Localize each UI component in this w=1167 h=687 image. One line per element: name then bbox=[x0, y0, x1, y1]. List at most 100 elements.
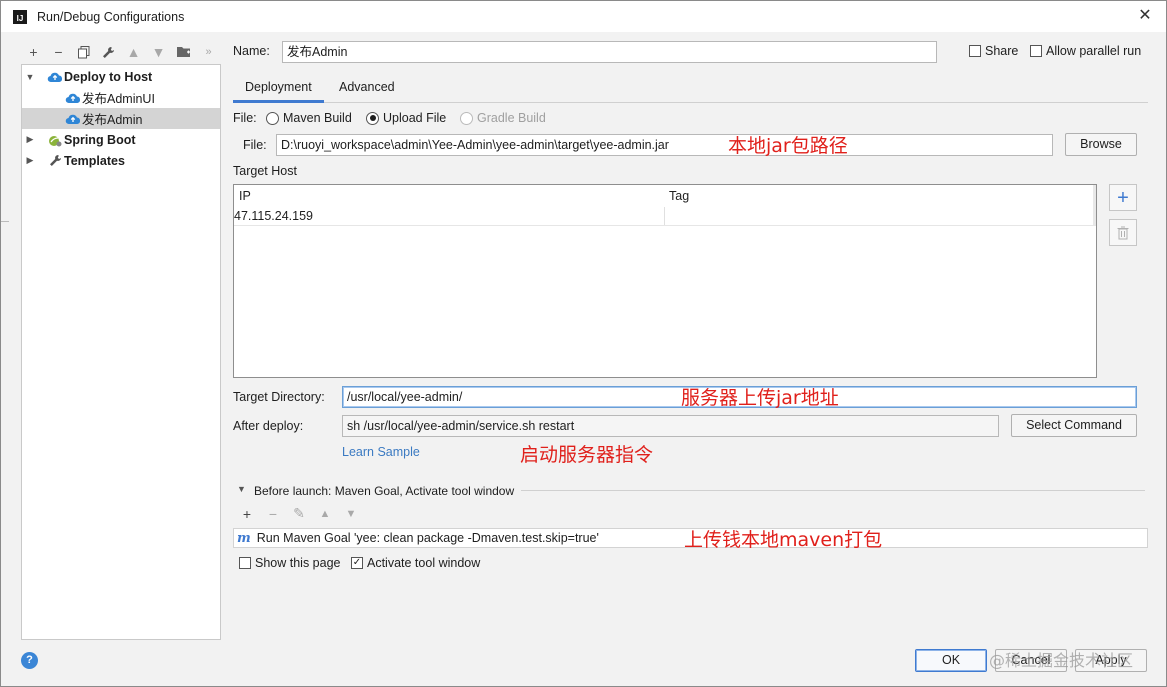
annotation-upload-dir: 服务器上传jar地址 bbox=[681, 387, 839, 409]
name-label: Name: bbox=[233, 44, 270, 58]
edit-pencil-icon[interactable]: ✎ bbox=[289, 505, 309, 522]
allow-parallel-label: Allow parallel run bbox=[1046, 44, 1142, 58]
tree-item-templates[interactable]: ▶ Templates bbox=[22, 150, 220, 171]
move-up-icon[interactable]: ▲ bbox=[315, 508, 335, 520]
column-header-tag[interactable]: Tag bbox=[664, 185, 689, 207]
radio-circle[interactable] bbox=[266, 111, 279, 125]
tree-item-admin-ui[interactable]: 发布AdminUI bbox=[22, 87, 220, 108]
tab-advanced[interactable]: Advanced bbox=[327, 73, 407, 103]
background-edge bbox=[1, 221, 9, 251]
ok-button[interactable]: OK bbox=[915, 649, 987, 672]
tree-item-label: Deploy to Host bbox=[64, 69, 153, 84]
before-launch-toolbar: + − ✎ ▲ ▼ bbox=[237, 505, 361, 522]
section-divider bbox=[521, 490, 1145, 491]
target-host-table: IP Tag 47.115.24.159 bbox=[233, 184, 1097, 378]
remove-icon[interactable]: − bbox=[46, 42, 71, 62]
spring-leaf-icon bbox=[46, 133, 64, 147]
cloud-upload-icon bbox=[46, 70, 64, 84]
tab-deployment[interactable]: Deployment bbox=[233, 73, 324, 103]
tree-item-label: 发布AdminUI bbox=[82, 92, 155, 106]
radio-circle[interactable] bbox=[460, 111, 473, 125]
before-launch-label[interactable]: Before launch: Maven Goal, Activate tool… bbox=[254, 484, 514, 498]
tree-item-label: Spring Boot bbox=[64, 132, 136, 147]
checkbox-box[interactable] bbox=[239, 557, 251, 569]
window-title: Run/Debug Configurations bbox=[37, 9, 185, 24]
activate-tool-window-checkbox[interactable]: ✓ Activate tool window bbox=[351, 556, 480, 570]
gradle-build-radio[interactable]: Gradle Build bbox=[460, 111, 546, 125]
checkbox-box[interactable]: ✓ bbox=[351, 557, 363, 569]
column-divider bbox=[664, 207, 665, 225]
cell-ip: 47.115.24.159 bbox=[234, 209, 314, 223]
remove-icon[interactable]: − bbox=[263, 506, 283, 522]
move-up-icon[interactable]: ▲ bbox=[121, 42, 146, 62]
upload-file-radio[interactable]: Upload File bbox=[366, 111, 446, 125]
column-header-ip[interactable]: IP bbox=[234, 185, 251, 207]
intellij-app-icon: IJ bbox=[13, 9, 27, 24]
checkbox-box[interactable] bbox=[969, 45, 981, 57]
config-toolbar: + − ▲ ▼ » bbox=[21, 41, 221, 63]
copy-icon[interactable] bbox=[71, 42, 96, 62]
wrench-icon[interactable] bbox=[96, 42, 121, 62]
more-icon[interactable]: » bbox=[196, 42, 221, 62]
gradle-build-label: Gradle Build bbox=[477, 111, 546, 125]
upload-file-label: Upload File bbox=[383, 111, 447, 125]
chevron-down-icon[interactable]: ▼ bbox=[24, 72, 36, 82]
chevron-right-icon[interactable]: ▶ bbox=[24, 134, 36, 145]
share-label: Share bbox=[985, 44, 1019, 58]
show-page-checkbox[interactable]: Show this page bbox=[239, 556, 340, 570]
config-tabs: Deployment Advanced bbox=[233, 73, 1148, 103]
target-host-label: Target Host bbox=[233, 164, 297, 178]
cloud-upload-icon bbox=[64, 112, 82, 126]
show-page-label: Show this page bbox=[255, 556, 341, 570]
folder-icon[interactable] bbox=[171, 42, 196, 62]
row-divider bbox=[234, 225, 1096, 226]
maven-icon: m bbox=[237, 530, 251, 546]
after-deploy-input[interactable]: sh /usr/local/yee-admin/service.sh resta… bbox=[342, 415, 999, 437]
annotation-maven-pack: 上传钱本地maven打包 bbox=[684, 529, 883, 551]
tree-item-label: Templates bbox=[64, 153, 125, 168]
after-deploy-label: After deploy: bbox=[233, 419, 304, 433]
activate-tool-window-label: Activate tool window bbox=[367, 556, 481, 570]
select-command-button[interactable]: Select Command bbox=[1011, 414, 1137, 437]
move-down-icon[interactable]: ▼ bbox=[341, 508, 361, 520]
add-icon[interactable]: + bbox=[21, 42, 46, 62]
file-path-label: File: bbox=[243, 138, 267, 152]
allow-parallel-checkbox[interactable]: Allow parallel run bbox=[1030, 44, 1141, 58]
maven-build-radio[interactable]: Maven Build bbox=[266, 111, 352, 125]
run-debug-dialog: IJ Run/Debug Configurations ✕ + − ▲ ▼ » … bbox=[0, 0, 1167, 687]
learn-sample-link[interactable]: Learn Sample bbox=[342, 445, 420, 459]
annotation-start-cmd: 启动服务器指令 bbox=[520, 444, 654, 466]
config-tree: ▼ Deploy to Host 发布AdminUI 发布Admin ▶ Spr… bbox=[21, 64, 221, 640]
close-icon[interactable]: ✕ bbox=[1136, 7, 1154, 25]
trash-icon bbox=[1117, 226, 1129, 239]
task-label: Run Maven Goal 'yee: clean package -Dmav… bbox=[256, 531, 599, 545]
tree-item-admin[interactable]: 发布Admin bbox=[22, 108, 220, 129]
add-host-button[interactable]: + bbox=[1109, 184, 1137, 211]
add-icon: + bbox=[1117, 186, 1129, 209]
help-icon[interactable]: ? bbox=[21, 652, 38, 669]
checkbox-box[interactable] bbox=[1030, 45, 1042, 57]
add-icon[interactable]: + bbox=[237, 506, 257, 522]
move-down-icon[interactable]: ▼ bbox=[146, 42, 171, 62]
remove-host-button[interactable] bbox=[1109, 219, 1137, 246]
table-scrollbar[interactable] bbox=[1093, 185, 1096, 225]
chevron-down-icon[interactable]: ▼ bbox=[237, 484, 246, 494]
watermark: @稀土掘金技术社区 bbox=[989, 651, 1134, 670]
share-checkbox[interactable]: Share bbox=[969, 44, 1018, 58]
tree-item-spring-boot[interactable]: ▶ Spring Boot bbox=[22, 129, 220, 150]
table-row[interactable]: 47.115.24.159 bbox=[234, 207, 1096, 225]
tree-item-label: 发布Admin bbox=[82, 113, 143, 127]
wrench-icon bbox=[46, 154, 64, 168]
annotation-jar-path: 本地jar包路径 bbox=[728, 135, 848, 157]
tree-item-deploy-to-host[interactable]: ▼ Deploy to Host bbox=[22, 66, 220, 87]
browse-button[interactable]: Browse bbox=[1065, 133, 1137, 156]
chevron-right-icon[interactable]: ▶ bbox=[24, 155, 36, 166]
cloud-upload-icon bbox=[64, 91, 82, 105]
file-path-input[interactable]: D:\ruoyi_workspace\admin\Yee-Admin\yee-a… bbox=[276, 134, 1053, 156]
name-input[interactable]: 发布Admin bbox=[282, 41, 937, 63]
title-bar: IJ Run/Debug Configurations ✕ bbox=[1, 1, 1166, 32]
radio-circle[interactable] bbox=[366, 111, 379, 125]
file-mode-label: File: bbox=[233, 111, 257, 125]
maven-build-label: Maven Build bbox=[283, 111, 352, 125]
target-directory-label: Target Directory: bbox=[233, 390, 325, 404]
